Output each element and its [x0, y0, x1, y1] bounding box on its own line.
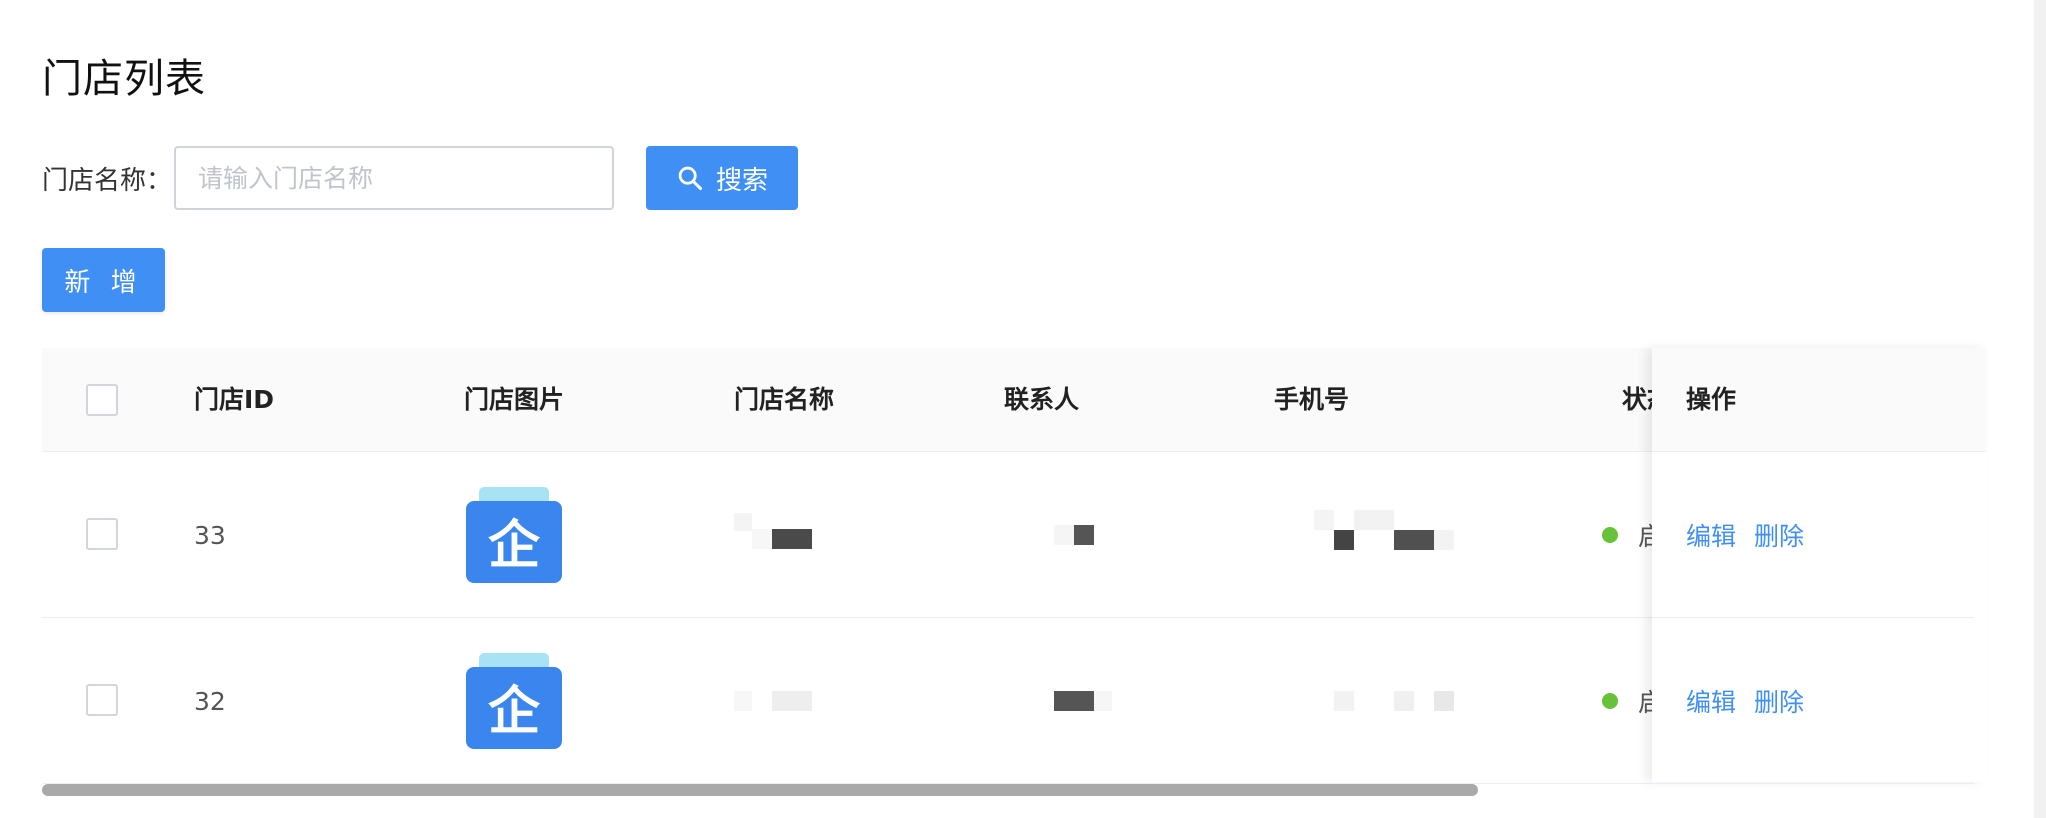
status-dot-icon: [1602, 527, 1618, 543]
actions-header: 操作: [1652, 348, 1986, 452]
store-id-cell: 33: [194, 520, 226, 550]
store-name-search-input[interactable]: [174, 146, 614, 210]
page-title: 门店列表: [42, 56, 206, 102]
actions-row: 编辑 删除: [1652, 452, 1974, 618]
vertical-scrollbar-track[interactable]: [2034, 0, 2046, 818]
column-header-phone: 手机号: [1274, 385, 1350, 414]
edit-link[interactable]: 编辑: [1686, 452, 1736, 618]
contact-cell: [1054, 452, 1094, 618]
phone-cell: [1334, 618, 1454, 784]
row-checkbox[interactable]: [86, 684, 118, 716]
column-header-contact: 联系人: [1004, 385, 1080, 414]
store-image-cell: 企: [464, 452, 564, 618]
delete-link[interactable]: 删除: [1754, 452, 1804, 618]
fixed-actions-column: 操作 编辑 删除 编辑 删除: [1652, 348, 1986, 784]
phone-cell: [1314, 452, 1454, 618]
logo-glyph: 企: [488, 682, 541, 742]
select-all-checkbox[interactable]: [86, 384, 118, 416]
column-header-store-id: 门店ID: [194, 385, 275, 414]
column-header-actions: 操作: [1686, 385, 1737, 414]
actions-row: 编辑 删除: [1652, 618, 1974, 784]
store-name-cell: [734, 618, 812, 784]
search-button-label: 搜索: [715, 165, 768, 196]
store-name-cell: [734, 452, 812, 618]
edit-link[interactable]: 编辑: [1686, 618, 1736, 784]
row-checkbox[interactable]: [86, 518, 118, 550]
store-id-cell: 32: [194, 686, 226, 716]
search-icon: [678, 166, 703, 191]
contact-cell: [1054, 618, 1112, 784]
column-header-store-name: 门店名称: [734, 385, 835, 414]
delete-link[interactable]: 删除: [1754, 618, 1804, 784]
add-store-button[interactable]: 新 增: [42, 248, 165, 312]
store-logo-image: 企: [466, 487, 562, 583]
status-dot-icon: [1602, 693, 1618, 709]
search-button[interactable]: 搜索: [646, 146, 798, 210]
search-label: 门店名称：: [42, 166, 173, 196]
column-header-store-image: 门店图片: [464, 385, 565, 414]
store-logo-image: 企: [466, 653, 562, 749]
horizontal-scrollbar[interactable]: [42, 784, 1478, 796]
store-image-cell: 企: [464, 618, 564, 784]
logo-glyph: 企: [488, 516, 541, 576]
